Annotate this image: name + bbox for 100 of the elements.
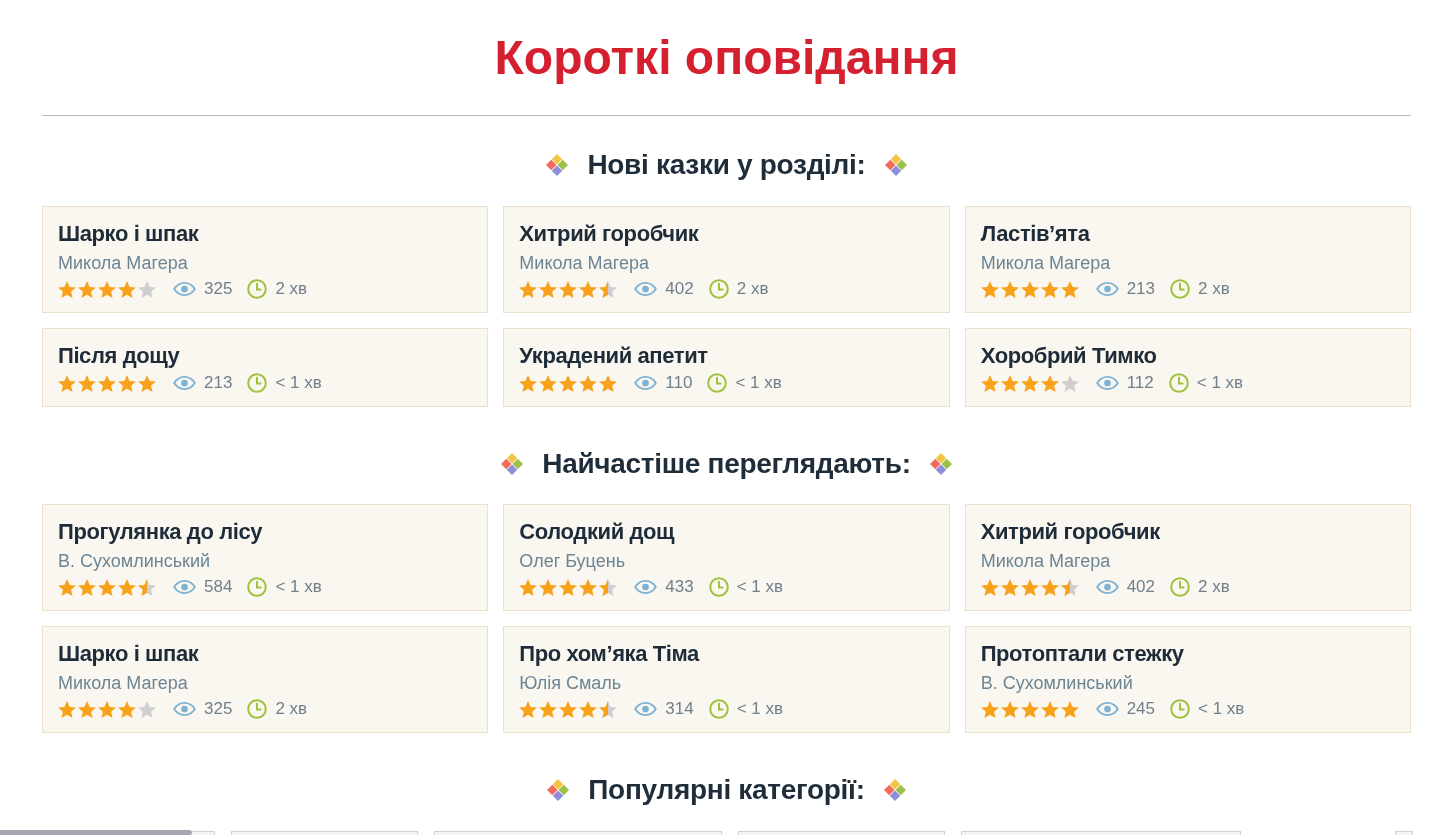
- story-card[interactable]: Ластів’ята Микола Магера 213 2 хв: [964, 206, 1411, 313]
- star-icon: [559, 700, 578, 718]
- star-icon: [138, 700, 156, 718]
- category-tile[interactable]: [1395, 831, 1413, 835]
- story-card[interactable]: Після дощу 213 < 1 хв: [42, 328, 489, 407]
- page-title: Короткі оповідання: [494, 30, 959, 86]
- reading-time: < 1 хв: [736, 698, 784, 720]
- star-icon: [138, 280, 156, 298]
- star-icon: [1040, 700, 1059, 718]
- eye-icon: [1095, 580, 1119, 594]
- half-star-icon: [599, 578, 618, 596]
- category-tile[interactable]: [231, 831, 418, 835]
- reading-time: < 1 хв: [735, 372, 782, 394]
- view-count: 402: [665, 278, 694, 300]
- story-title: Прогулянка до лісу: [58, 518, 264, 546]
- view-count: 213: [204, 372, 233, 394]
- star-icon: [98, 578, 116, 596]
- reading-time: < 1 хв: [275, 576, 322, 598]
- story-card[interactable]: Протоптали стежку В. Сухомлинський 245 < 1 хв: [964, 626, 1411, 733]
- section-heading: Найчастіше переглядають:: [542, 447, 911, 481]
- star-icon: [980, 374, 999, 392]
- half-star-icon: [599, 700, 618, 718]
- category-tile[interactable]: [961, 831, 1241, 835]
- story-title: Про хом’яка Тіма: [519, 640, 701, 668]
- star-icon: [539, 578, 558, 596]
- reading-time: 2 хв: [1198, 278, 1230, 300]
- category-tile[interactable]: [434, 831, 722, 835]
- story-card[interactable]: Хоробрий Тимко 112 < 1 хв: [964, 328, 1411, 407]
- star-icon: [579, 700, 598, 718]
- star-icon: [78, 280, 96, 298]
- eye-icon: [1095, 376, 1119, 390]
- half-star-icon: [1060, 578, 1079, 596]
- story-card[interactable]: Прогулянка до лісу В. Сухомлинський 584 < 1 хв: [42, 504, 489, 611]
- category-tile[interactable]: [738, 831, 945, 835]
- eye-icon: [1095, 702, 1119, 716]
- clock-icon: [247, 373, 268, 393]
- story-title: Після дощу: [58, 342, 181, 370]
- author-name: В. Сухомлинський: [980, 672, 1134, 695]
- reading-time: 2 хв: [275, 698, 308, 720]
- star-icon: [118, 374, 136, 392]
- clock-icon: [247, 577, 268, 597]
- eye-icon: [1095, 282, 1119, 296]
- star-icon: [539, 374, 558, 392]
- story-card[interactable]: Про хом’яка Тіма Юлія Смаль 314 < 1 хв: [503, 626, 950, 733]
- half-star-icon: [599, 280, 618, 298]
- star-icon: [58, 578, 76, 596]
- star-icon: [58, 280, 76, 298]
- clock-icon: [247, 699, 268, 719]
- story-title: Протоптали стежку: [980, 640, 1185, 668]
- story-title: Шарко і шпак: [58, 640, 200, 668]
- clock-icon: [1170, 279, 1191, 299]
- star-icon: [98, 280, 116, 298]
- star-icon: [1000, 578, 1019, 596]
- star-icon: [1000, 280, 1019, 298]
- star-icon: [539, 280, 558, 298]
- diamond-icon: [884, 154, 907, 176]
- star-icon: [1060, 374, 1079, 392]
- star-icon: [98, 700, 116, 718]
- view-count: 584: [204, 576, 233, 598]
- story-title: Хитрий горобчик: [519, 220, 700, 248]
- star-icon: [1060, 700, 1079, 718]
- star-icon: [58, 700, 76, 718]
- star-icon: [78, 374, 96, 392]
- clock-icon: [1170, 699, 1191, 719]
- star-icon: [559, 578, 578, 596]
- reading-time: < 1 хв: [1196, 372, 1244, 394]
- story-title: Ластів’ята: [980, 220, 1091, 248]
- clock-icon: [1168, 373, 1189, 393]
- view-count: 433: [665, 576, 694, 598]
- diamond-icon: [501, 453, 524, 475]
- story-card[interactable]: Хитрий горобчик Микола Магера 402 2 хв: [503, 206, 950, 313]
- story-title: Хоробрий Тимко: [980, 342, 1158, 370]
- eye-icon: [173, 376, 196, 390]
- author-name: Микола Магера: [980, 252, 1112, 275]
- story-card[interactable]: Хитрий горобчик Микола Магера 402 2 хв: [964, 504, 1411, 611]
- story-title: Солодкий дощ: [519, 518, 676, 546]
- star-icon: [58, 374, 76, 392]
- star-icon: [1020, 578, 1039, 596]
- story-card[interactable]: Украдений апетит 110 < 1 хв: [503, 328, 950, 407]
- story-card[interactable]: Шарко і шпак Микола Магера 325 2 хв: [42, 626, 489, 733]
- diamond-icon: [546, 154, 569, 176]
- star-icon: [1040, 374, 1059, 392]
- story-card[interactable]: Солодкий дощ Олег Буцень 433 < 1 хв: [503, 504, 950, 611]
- star-icon: [980, 700, 999, 718]
- clock-icon: [707, 373, 728, 393]
- story-title: Хитрий горобчик: [980, 518, 1161, 546]
- view-count: 325: [204, 698, 233, 720]
- star-icon: [118, 280, 136, 298]
- star-icon: [519, 578, 538, 596]
- section-heading: Нові казки у розділі:: [587, 148, 866, 182]
- story-title: Украдений апетит: [519, 342, 709, 370]
- eye-icon: [634, 282, 658, 296]
- scrollbar-thumb[interactable]: [0, 830, 192, 835]
- view-count: 110: [665, 372, 693, 394]
- story-card[interactable]: Шарко і шпак Микола Магера 325 2 хв: [42, 206, 489, 313]
- author-name: Юлія Смаль: [519, 672, 623, 695]
- star-icon: [519, 374, 538, 392]
- view-count: 325: [204, 278, 233, 300]
- star-icon: [138, 374, 156, 392]
- category-tile[interactable]: [192, 831, 215, 835]
